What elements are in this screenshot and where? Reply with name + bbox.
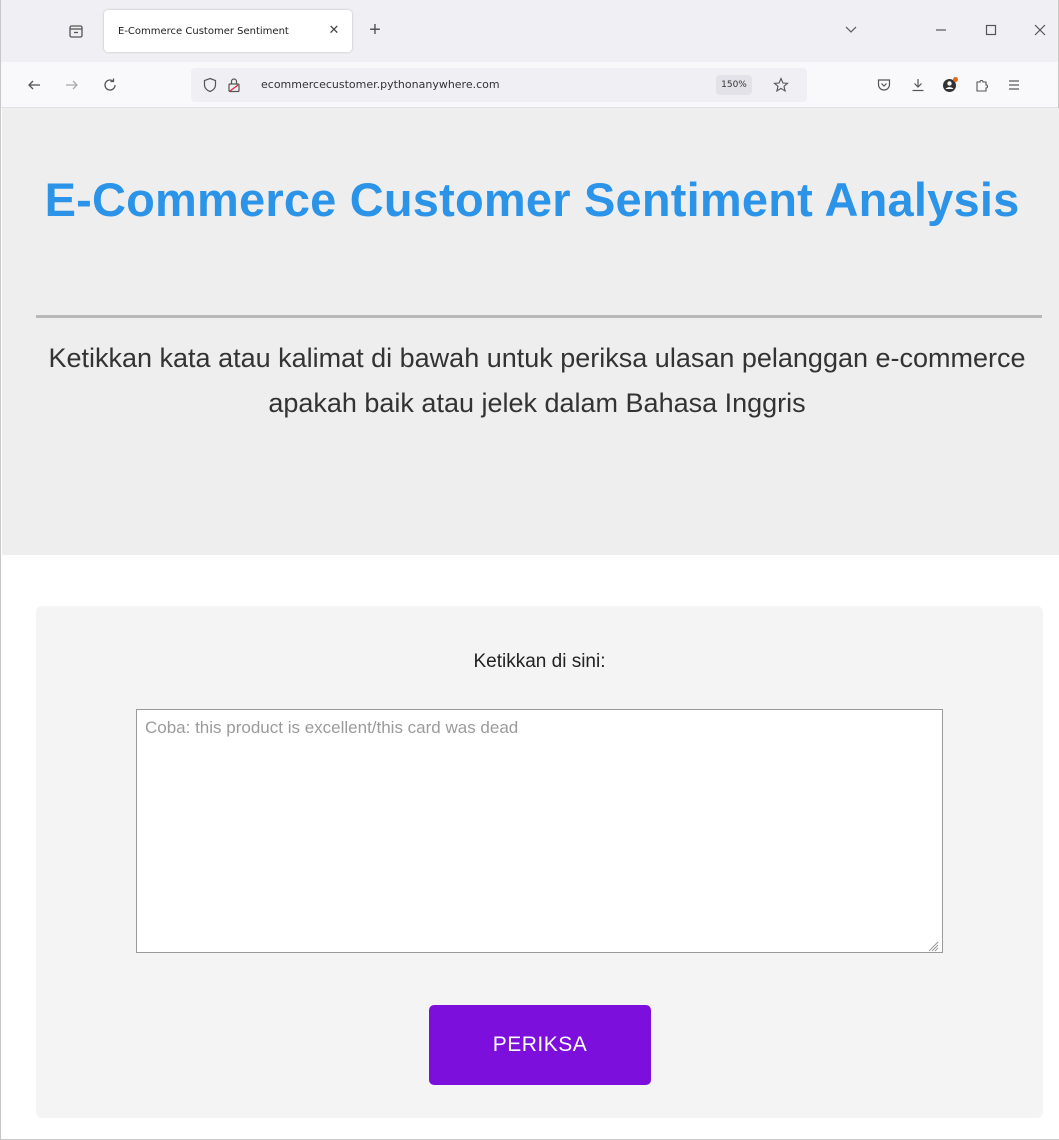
tab-title: E-Commerce Customer Sentiment bbox=[118, 25, 289, 37]
window-close-icon[interactable] bbox=[1028, 18, 1052, 42]
tab-list-icon[interactable] bbox=[63, 20, 89, 42]
account-icon[interactable] bbox=[939, 74, 961, 96]
star-icon[interactable] bbox=[771, 75, 791, 95]
chevron-down-icon[interactable] bbox=[841, 18, 861, 42]
page-title: E-Commerce Customer Sentiment Analysis bbox=[44, 173, 1020, 226]
shield-icon[interactable] bbox=[201, 76, 219, 94]
input-label: Ketikkan di sini: bbox=[473, 651, 606, 672]
zoom-level[interactable]: 150% bbox=[716, 75, 752, 95]
browser-tab[interactable]: E-Commerce Customer Sentiment ✕ bbox=[104, 10, 352, 52]
forward-arrow-icon[interactable] bbox=[61, 74, 83, 96]
pocket-icon[interactable] bbox=[873, 74, 895, 96]
navigation-toolbar: ecommercecustomer.pythonanywhere.com 150… bbox=[1, 62, 1058, 108]
url-bar[interactable]: ecommercecustomer.pythonanywhere.com 150… bbox=[191, 68, 807, 102]
review-textarea[interactable] bbox=[136, 709, 943, 953]
new-tab-button[interactable]: + bbox=[365, 18, 385, 42]
browser-window: E-Commerce Customer Sentiment ✕ + ecomme… bbox=[0, 0, 1059, 1140]
submit-button[interactable]: PERIKSA bbox=[429, 1005, 651, 1085]
close-icon[interactable]: ✕ bbox=[326, 22, 342, 38]
maximize-icon[interactable] bbox=[979, 18, 1003, 42]
download-icon[interactable] bbox=[907, 74, 929, 96]
extensions-icon[interactable] bbox=[971, 74, 993, 96]
minimize-icon[interactable] bbox=[929, 18, 953, 42]
page-header: E-Commerce Customer Sentiment Analysis K… bbox=[2, 108, 1059, 555]
web-page: E-Commerce Customer Sentiment Analysis K… bbox=[2, 108, 1059, 1139]
url-text[interactable]: ecommercecustomer.pythonanywhere.com bbox=[261, 78, 500, 91]
header-divider bbox=[36, 315, 1042, 318]
resize-grip-icon[interactable] bbox=[927, 939, 939, 952]
input-card: Ketikkan di sini: PERIKSA bbox=[36, 606, 1043, 1118]
lock-icon[interactable] bbox=[225, 76, 243, 94]
page-subtitle: Ketikkan kata atau kalimat di bawah untu… bbox=[48, 343, 1026, 418]
tab-bar: E-Commerce Customer Sentiment ✕ + bbox=[1, 0, 1058, 62]
back-arrow-icon[interactable] bbox=[23, 74, 45, 96]
reload-icon[interactable] bbox=[99, 74, 121, 96]
menu-icon[interactable] bbox=[1003, 74, 1025, 96]
